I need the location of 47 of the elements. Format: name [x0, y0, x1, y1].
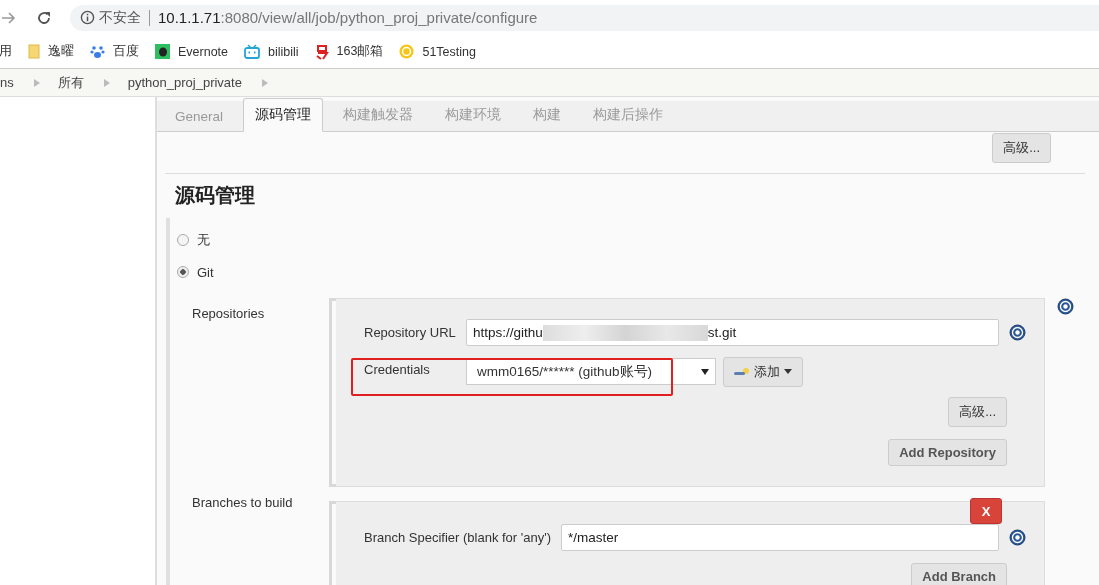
help-icon[interactable] [1009, 324, 1026, 341]
field-label: Repository URL [363, 325, 457, 340]
forward-icon[interactable] [2, 10, 16, 25]
advanced-button[interactable]: 高级... [992, 133, 1051, 163]
bookmark-link[interactable]: bilibili [268, 44, 299, 59]
add-credentials-button[interactable]: 添加 [723, 356, 803, 387]
help-icon[interactable] [1009, 529, 1026, 546]
bookmark-link[interactable]: 163邮箱 [336, 43, 384, 60]
key-icon [734, 366, 750, 377]
delete-button[interactable]: X [970, 498, 1002, 524]
url-path: :8080/view/all/job/python_proj_private/configure [220, 9, 538, 26]
paw-icon[interactable] [90, 44, 105, 59]
caret-icon [784, 369, 792, 374]
radio-button[interactable] [177, 234, 189, 246]
breadcrumb-link[interactable]: ns [0, 75, 14, 90]
radio-label: Git [197, 264, 214, 280]
bookmark-link[interactable]: Evernote [178, 44, 229, 59]
bookmark-link[interactable]: 51Testing [422, 44, 476, 59]
mail-icon[interactable] [314, 43, 329, 60]
repositories-label: Repositories [191, 305, 266, 321]
tab[interactable]: 源码管理 [243, 98, 324, 132]
security-label: 不安全 [99, 8, 141, 27]
radio-label: 无 [197, 231, 210, 249]
advanced-button[interactable]: 高级... [948, 397, 1007, 427]
dropdown-arrow-icon [701, 368, 709, 375]
radio-button[interactable] [177, 266, 189, 278]
bookmark-link[interactable]: 用 [0, 43, 12, 60]
field-label: Branch Specifier (blank for 'any') [363, 530, 553, 545]
bookmark-link[interactable]: 逸曜 [48, 43, 74, 60]
branch-specifier-field[interactable]: */master [561, 524, 999, 551]
breadcrumb-link[interactable]: python_proj_private [127, 75, 242, 90]
help-icon[interactable] [1057, 298, 1074, 315]
info-icon [80, 10, 95, 25]
branches-label: Branches to build [191, 494, 294, 510]
add-repository-button[interactable]: Add Repository [888, 439, 1007, 466]
section-title: 源码管理 [175, 183, 256, 208]
credentials-dropdown[interactable]: wmm0165/****** (github账号) [466, 358, 716, 385]
elephant-icon[interactable] [155, 44, 170, 59]
repository-url-field[interactable]: https://githu st.git [466, 319, 999, 346]
url-host: 10.1.1.71 [158, 9, 221, 26]
address-bar[interactable]: 不安全 10.1.1.71:8080/view/all/job/python_proj_private/configure [70, 4, 1099, 31]
tv-icon[interactable] [244, 44, 261, 59]
field-label: Credentials [363, 361, 431, 377]
add-branch-button[interactable]: Add Branch [911, 563, 1007, 585]
reload-icon[interactable] [36, 9, 52, 26]
bookmark-link[interactable]: 百度 [113, 43, 139, 60]
breadcrumb-link[interactable]: 所有 [57, 73, 84, 92]
